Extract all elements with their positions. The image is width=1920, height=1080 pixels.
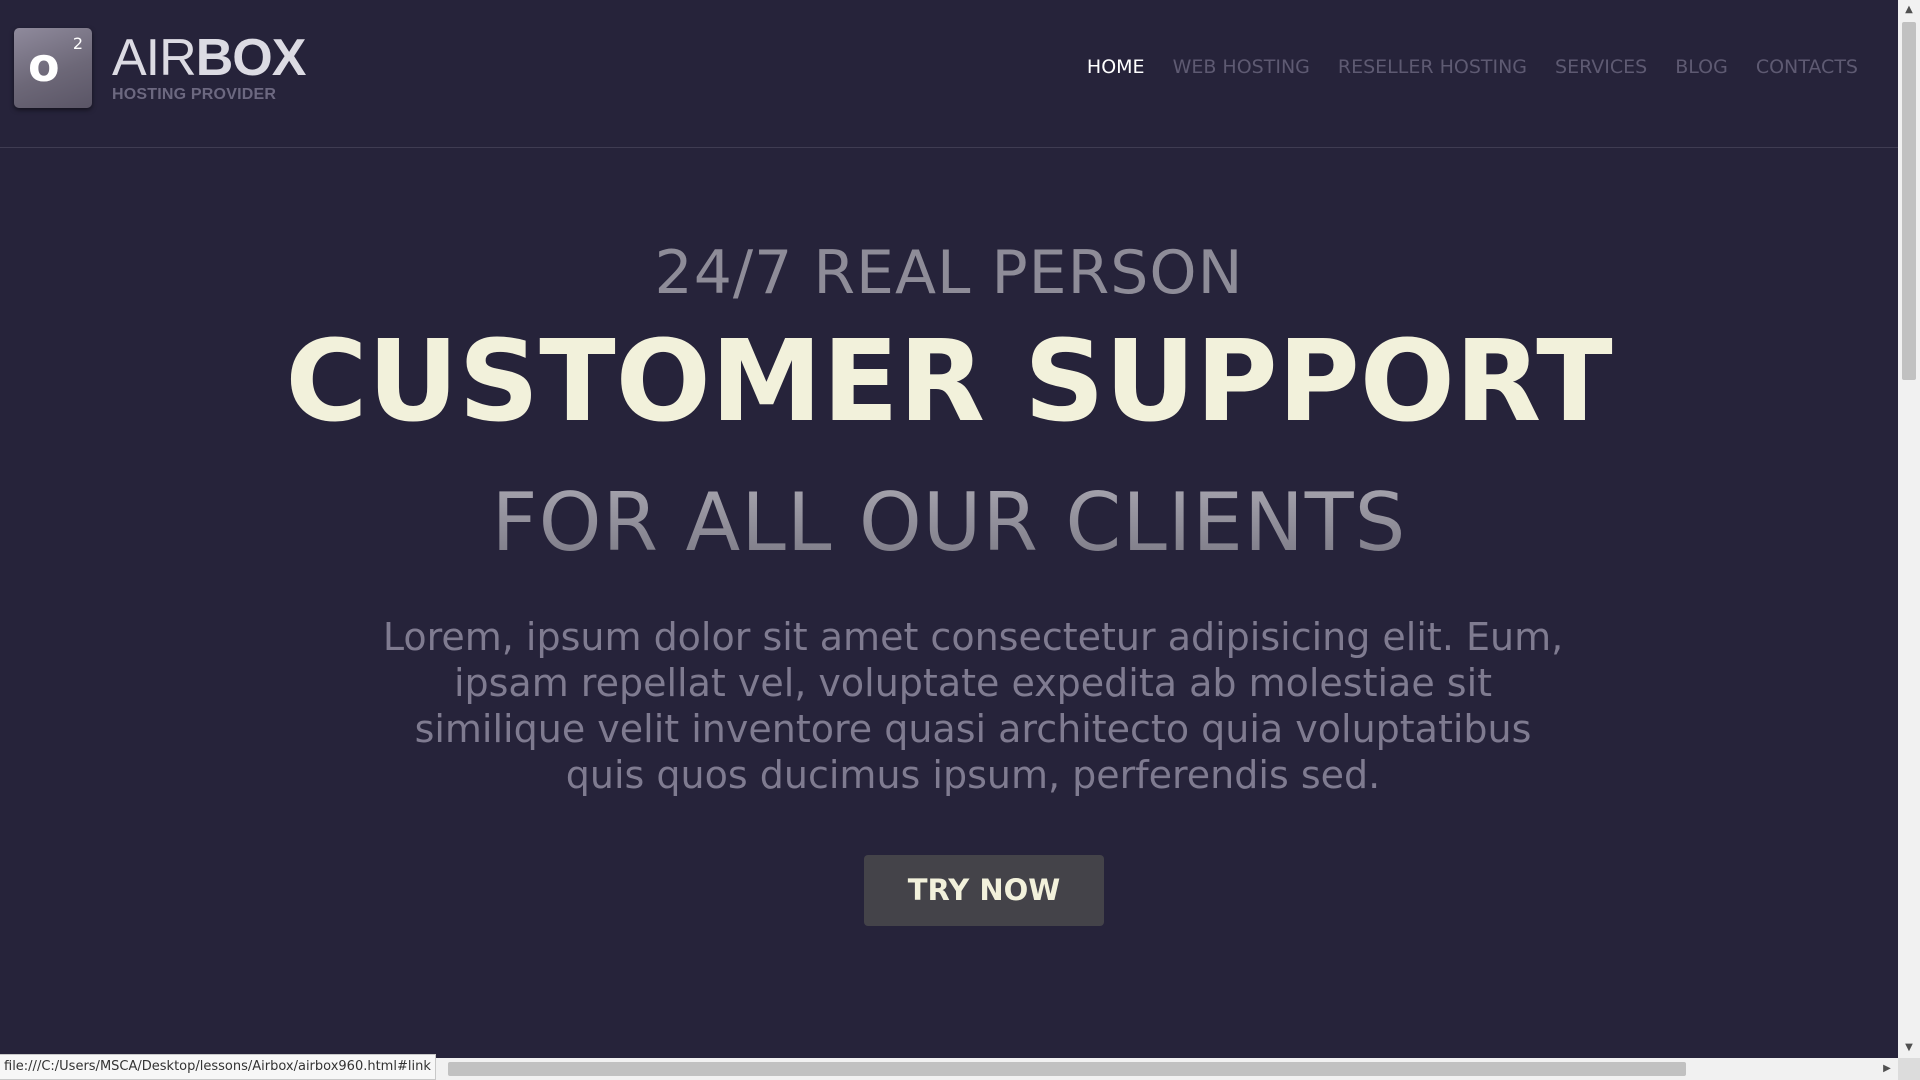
page-viewport: o 2 AIRBOX HOSTING PROVIDER HOME WEB HOS… [0,0,1898,1058]
nav-item-home[interactable]: HOME [1087,56,1145,78]
site-logo[interactable]: o 2 AIRBOX HOSTING PROVIDER [14,28,307,108]
vertical-scroll-thumb[interactable] [1902,22,1916,380]
try-now-button[interactable]: TRY NOW [864,855,1104,926]
scroll-up-arrow-icon[interactable]: ▲ [1898,0,1920,20]
nav-item-contacts[interactable]: CONTACTS [1756,56,1858,78]
logo-title-bold: BOX [195,29,307,87]
main-nav: HOME WEB HOSTING RESELLER HOSTING SERVIC… [1059,56,1858,78]
logo-badge-letter: o [28,38,60,92]
hero-headline: CUSTOMER SUPPORT [285,317,1613,447]
hero-description: Lorem, ipsum dolor sit amet consectetur … [382,615,1564,797]
logo-text: AIRBOX HOSTING PROVIDER [112,29,307,104]
logo-title: AIRBOX [112,29,307,87]
nav-item-blog[interactable]: BLOG [1675,56,1728,78]
vertical-scrollbar[interactable]: ▲ ▼ [1898,0,1920,1080]
logo-subtitle: HOSTING PROVIDER [112,86,277,103]
scroll-right-arrow-icon[interactable]: ▶ [1876,1058,1898,1080]
hero-subheadline: FOR ALL OUR CLIENTS [0,483,1898,563]
hero-kicker: 24/7 REAL PERSON [654,238,1244,308]
logo-badge-icon: o 2 [14,28,92,108]
logo-title-light: AIR [112,29,197,87]
nav-item-reseller-hosting[interactable]: RESELLER HOSTING [1338,56,1527,78]
status-bar-url: file:///C:/Users/MSCA/Desktop/lessons/Ai… [0,1054,436,1080]
nav-item-web-hosting[interactable]: WEB HOSTING [1173,56,1310,78]
nav-item-services[interactable]: SERVICES [1555,56,1647,78]
site-header: o 2 AIRBOX HOSTING PROVIDER HOME WEB HOS… [0,0,1898,148]
scrollbar-corner [1898,1058,1920,1080]
scroll-down-arrow-icon[interactable]: ▼ [1898,1038,1920,1058]
horizontal-scroll-thumb[interactable] [448,1062,1686,1076]
logo-badge-superscript: 2 [72,34,83,53]
